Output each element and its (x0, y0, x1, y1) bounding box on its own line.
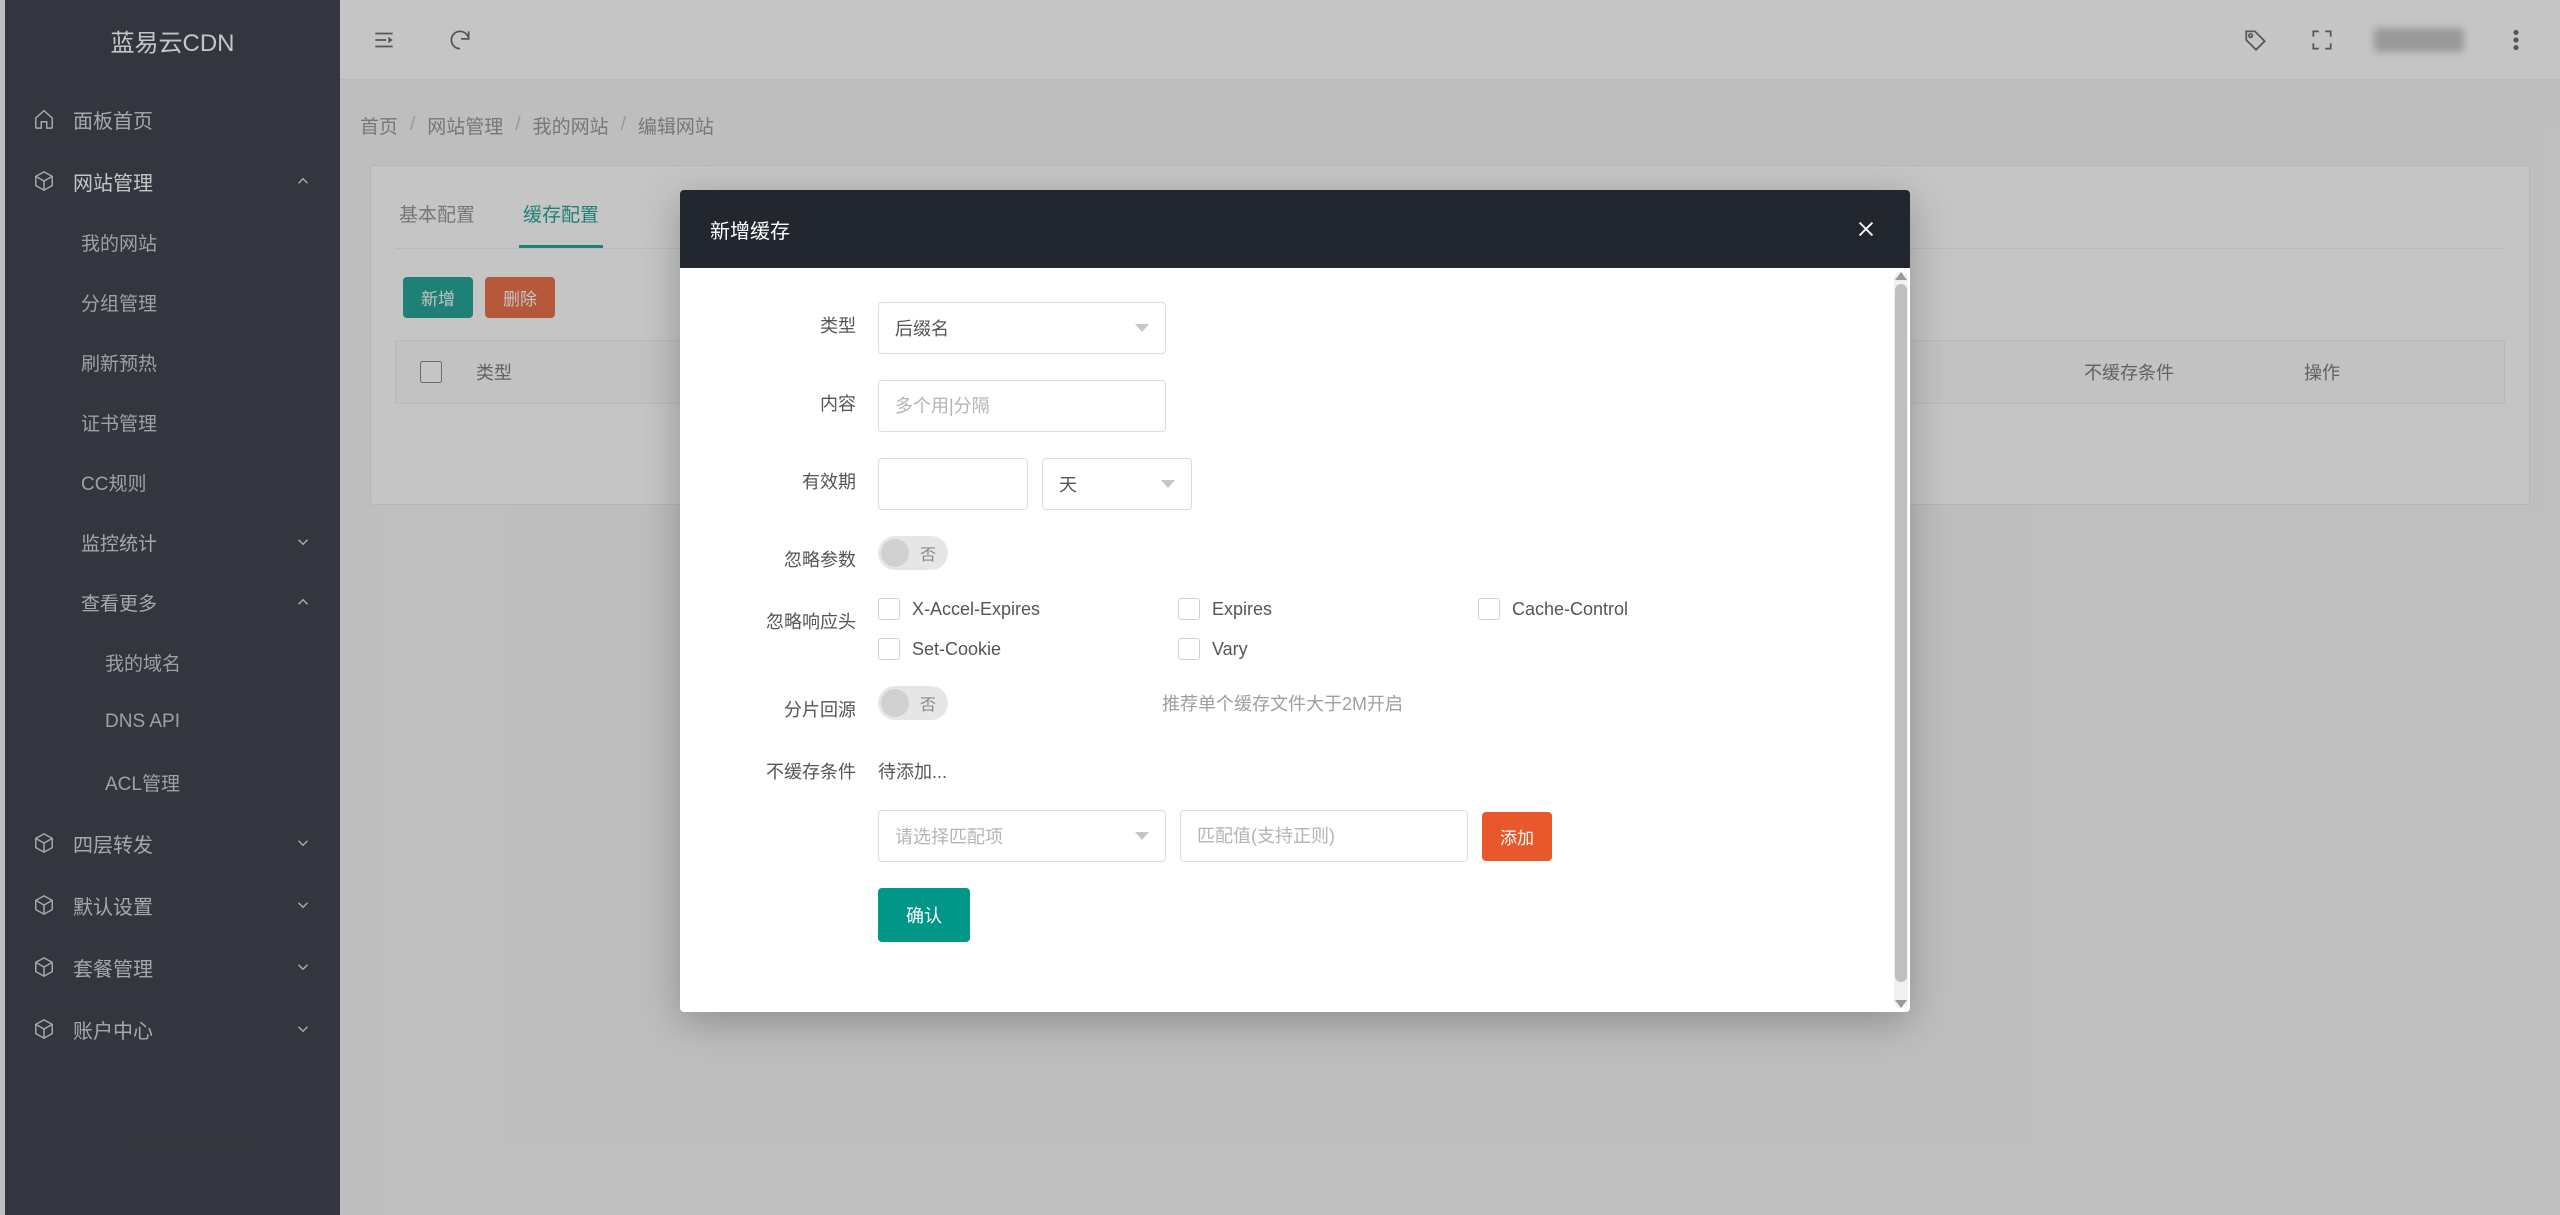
chk-label: Set-Cookie (912, 639, 1001, 660)
ignore-params-switch[interactable]: 否 (878, 536, 948, 570)
modal-scrollbar[interactable] (1894, 272, 1908, 1008)
switch-value: 否 (920, 691, 936, 715)
match-value-wrapper (1180, 810, 1468, 862)
chk-label: Cache-Control (1512, 599, 1628, 620)
type-select-value: 后缀名 (895, 315, 949, 341)
label-content: 内容 (720, 380, 878, 416)
match-value-input[interactable] (1197, 826, 1451, 847)
match-select[interactable]: 请选择匹配项 (878, 810, 1166, 862)
header-checkbox-group: X-Accel-Expires Expires Cache-Control Se… (878, 598, 1778, 660)
scroll-up-icon (1895, 272, 1907, 280)
row-confirm: 确认 (720, 888, 1870, 942)
chk-cache-control[interactable]: Cache-Control (1478, 598, 1778, 620)
checkbox-icon (1478, 598, 1500, 620)
validity-input-wrapper (878, 458, 1028, 510)
close-icon[interactable] (1852, 215, 1880, 243)
content-input[interactable] (895, 396, 1149, 417)
nocache-pending: 待添加... (878, 748, 947, 784)
add-cache-modal: 新增缓存 类型 后缀名 内容 有效期 (680, 190, 1910, 1012)
chevron-down-icon (1135, 324, 1149, 332)
chevron-down-icon (1161, 480, 1175, 488)
label-validity: 有效期 (720, 458, 878, 494)
validity-input[interactable] (895, 474, 1011, 495)
scroll-down-icon (1895, 1000, 1907, 1008)
row-condition-input: 请选择匹配项 添加 (720, 810, 1870, 862)
checkbox-icon (878, 598, 900, 620)
chk-expires[interactable]: Expires (1178, 598, 1478, 620)
confirm-button[interactable]: 确认 (878, 888, 970, 942)
slice-hint: 推荐单个缓存文件大于2M开启 (1162, 690, 1403, 716)
type-select[interactable]: 后缀名 (878, 302, 1166, 354)
match-select-placeholder: 请选择匹配项 (895, 823, 1003, 849)
switch-value: 否 (920, 541, 936, 565)
chevron-down-icon (1135, 832, 1149, 840)
unit-select[interactable]: 天 (1042, 458, 1192, 510)
chk-set-cookie[interactable]: Set-Cookie (878, 638, 1178, 660)
modal-title: 新增缓存 (710, 215, 790, 244)
slice-origin-switch[interactable]: 否 (878, 686, 948, 720)
row-slice-origin: 分片回源 否 推荐单个缓存文件大于2M开启 (720, 686, 1870, 722)
checkbox-icon (1178, 598, 1200, 620)
row-ignore-headers: 忽略响应头 X-Accel-Expires Expires Cache-Cont… (720, 598, 1870, 660)
content-input-wrapper (878, 380, 1166, 432)
label-ignore-params: 忽略参数 (720, 536, 878, 572)
label-slice-origin: 分片回源 (720, 686, 878, 722)
label-ignore-headers: 忽略响应头 (720, 598, 878, 634)
scrollbar-thumb[interactable] (1895, 284, 1907, 982)
chk-label: Expires (1212, 599, 1272, 620)
modal-header: 新增缓存 (680, 190, 1910, 268)
label-nocache-cond: 不缓存条件 (720, 748, 878, 784)
unit-select-value: 天 (1059, 471, 1077, 497)
row-ignore-params: 忽略参数 否 (720, 536, 1870, 572)
row-content: 内容 (720, 380, 1870, 432)
switch-knob (881, 539, 909, 567)
chk-vary[interactable]: Vary (1178, 638, 1478, 660)
row-type: 类型 后缀名 (720, 302, 1870, 354)
chk-label: Vary (1212, 639, 1248, 660)
switch-knob (881, 689, 909, 717)
row-validity: 有效期 天 (720, 458, 1870, 510)
chk-x-accel-expires[interactable]: X-Accel-Expires (878, 598, 1178, 620)
row-nocache-cond: 不缓存条件 待添加... (720, 748, 1870, 784)
checkbox-icon (878, 638, 900, 660)
add-condition-button[interactable]: 添加 (1482, 812, 1552, 861)
label-type: 类型 (720, 302, 878, 338)
checkbox-icon (1178, 638, 1200, 660)
chk-label: X-Accel-Expires (912, 599, 1040, 620)
modal-body: 类型 后缀名 内容 有效期 天 (680, 268, 1910, 1012)
